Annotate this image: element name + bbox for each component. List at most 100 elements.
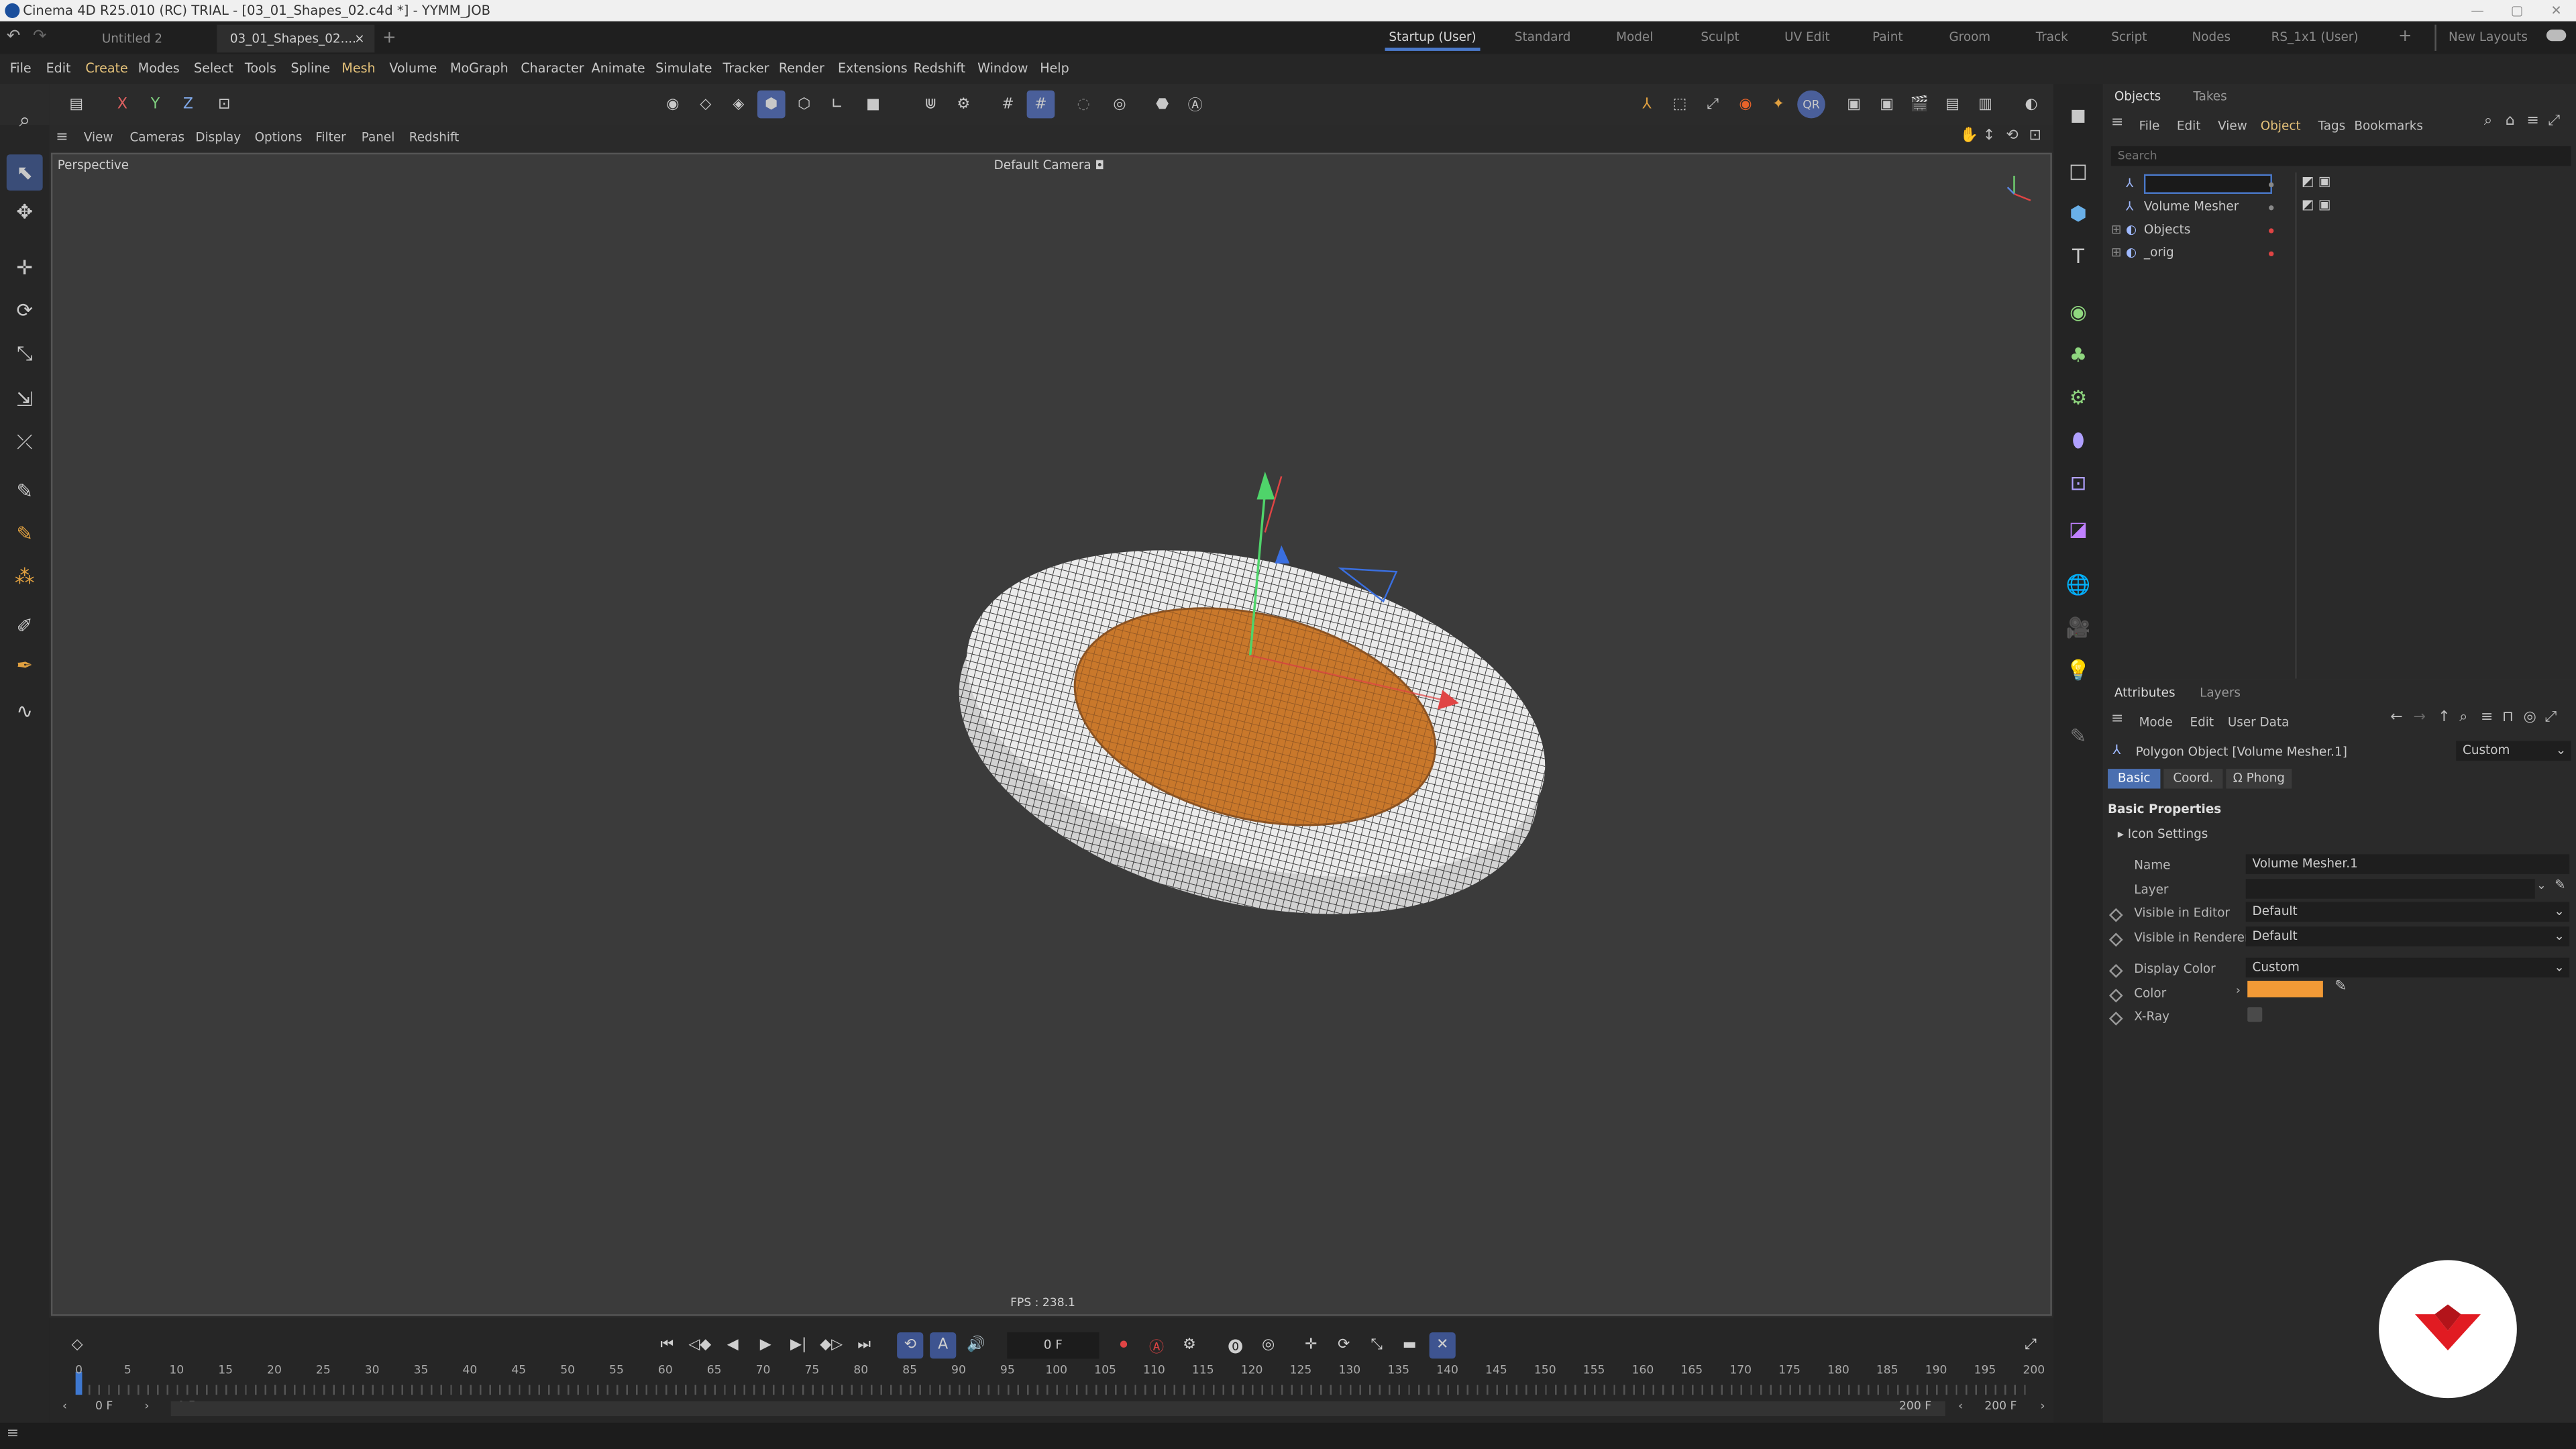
render-to-picture-viewer-icon[interactable]: 🎬	[1906, 91, 1934, 119]
effector-icon[interactable]: ⚙	[2060, 380, 2096, 416]
vp-menu-display[interactable]: Display	[195, 125, 241, 151]
keyframe-icon[interactable]: ◇	[64, 1332, 91, 1358]
redshift-icon[interactable]: ◉	[1731, 91, 1760, 119]
layout-script[interactable]: Script	[2101, 25, 2157, 51]
close-tab-icon[interactable]: ×	[354, 25, 364, 53]
phong-tag-icon[interactable]: ◩ ▣	[2302, 174, 2330, 189]
spline-pen-icon[interactable]: ✒	[7, 647, 43, 684]
layout-paint[interactable]: Paint	[1858, 25, 1917, 51]
volume-icon[interactable]: ◪	[2060, 511, 2096, 547]
xray-checkbox[interactable]	[2247, 1007, 2263, 1022]
skeleton-icon[interactable]: ⅄	[1633, 91, 1661, 119]
color-picker-icon[interactable]: ✦	[1764, 91, 1792, 119]
next-frame-icon[interactable]: ▶|	[786, 1332, 812, 1358]
transform-tool-icon[interactable]: ⇲	[7, 381, 43, 417]
next-key-icon[interactable]: ◆▷	[818, 1332, 845, 1358]
key-pla-icon[interactable]: ✕	[1429, 1332, 1456, 1359]
layer-field[interactable]	[2245, 879, 2535, 899]
close-window-icon[interactable]: ✕	[2536, 0, 2576, 21]
snap-settings-icon[interactable]: ⚙	[950, 91, 978, 119]
back-arrow-icon[interactable]: ←	[2390, 710, 2402, 726]
maximize-view-icon[interactable]: ⊡	[2029, 128, 2041, 144]
menu-character[interactable]: Character	[521, 54, 584, 84]
modeling-axis-icon[interactable]: ⬣	[1148, 91, 1177, 119]
layout-track[interactable]: Track	[2023, 25, 2082, 51]
menu-spline[interactable]: Spline	[290, 54, 330, 84]
color-swatch[interactable]	[2247, 981, 2323, 998]
maximize-icon[interactable]: ▢	[2497, 0, 2536, 21]
preset-dropdown[interactable]: Custom ⌄	[2456, 741, 2571, 761]
knife-tool-icon[interactable]: ✎	[7, 473, 43, 509]
key-scale-icon[interactable]: ⤡	[1364, 1332, 1390, 1358]
keyframe-diamond-icon[interactable]	[2108, 1011, 2123, 1026]
go-to-end-icon[interactable]: ⏭	[851, 1332, 877, 1358]
icon-settings-group[interactable]: ▸ Icon Settings	[2118, 826, 2208, 841]
spline-objects-icon[interactable]: □	[2060, 153, 2096, 189]
keyframe-mode-icon[interactable]: A	[930, 1332, 957, 1359]
obj-menu-view[interactable]: View	[2218, 118, 2247, 133]
vis-editor-dropdown[interactable]: Default ⌄	[2245, 902, 2570, 922]
expand-icon[interactable]: ⊞	[2111, 241, 2121, 264]
layout-nodes[interactable]: Nodes	[2180, 25, 2243, 51]
viewport-hamburger-icon[interactable]: ≡	[56, 129, 68, 146]
layer-picker-icon[interactable]: ✎	[2555, 877, 2565, 892]
key-move-icon[interactable]: ✛	[1298, 1332, 1324, 1358]
tab-attributes[interactable]: Attributes	[2114, 685, 2176, 700]
text-spline-icon[interactable]: T	[2060, 238, 2096, 274]
vis-render-dropdown[interactable]: Default ⌄	[2245, 926, 2570, 947]
keyframe-diamond-icon[interactable]	[2108, 963, 2123, 978]
scale-tool-icon[interactable]: ⤡	[7, 335, 43, 372]
pen-edit-icon[interactable]: ✎	[2060, 718, 2096, 754]
search-icon[interactable]: ⌕	[7, 102, 43, 138]
range-end-arrow-left[interactable]: ‹	[1958, 1400, 1963, 1413]
vp-menu-options[interactable]: Options	[255, 125, 303, 151]
keyframe-diamond-icon[interactable]	[2108, 988, 2123, 1003]
eyedropper-icon[interactable]: ✎	[2334, 979, 2347, 996]
attributes-search-icon[interactable]: ⌕	[2459, 710, 2467, 726]
render-queue-icon[interactable]: ▤	[1939, 91, 1967, 119]
obj-menu-edit[interactable]: Edit	[2177, 118, 2201, 133]
interactive-render-region-icon[interactable]: ⬚	[1666, 91, 1694, 119]
subtab-basic[interactable]: Basic	[2108, 769, 2161, 789]
name-field[interactable]: Volume Mesher.1	[2245, 854, 2570, 874]
menu-modes[interactable]: Modes	[138, 54, 180, 84]
axis-y-toggle[interactable]: Y	[142, 91, 170, 119]
vp-menu-panel[interactable]: Panel	[362, 125, 395, 151]
go-to-start-icon[interactable]: ⏮	[654, 1332, 680, 1358]
attributes-hamburger-icon[interactable]: ≡	[2111, 711, 2123, 727]
live-selection-icon[interactable]: ✥	[7, 194, 43, 230]
minimize-icon[interactable]: —	[2458, 0, 2498, 21]
layout-startup-user[interactable]: Startup (User)	[1385, 25, 1481, 51]
keyframe-diamond-icon[interactable]	[2108, 932, 2123, 947]
expand-icon[interactable]: ⊞	[2111, 219, 2121, 241]
attr-menu-user-data[interactable]: User Data	[2228, 714, 2290, 729]
key-settings-icon[interactable]: ⚙	[1176, 1332, 1202, 1358]
transfer-tool-icon[interactable]: ⤫	[7, 424, 43, 460]
menu-file[interactable]: File	[10, 54, 32, 84]
range-end[interactable]: 200 F	[1984, 1400, 2017, 1413]
current-frame-field[interactable]: 0 F	[1007, 1332, 1099, 1359]
forward-arrow-icon[interactable]: →	[2414, 710, 2426, 726]
display-color-dropdown[interactable]: Custom ⌄	[2245, 957, 2570, 978]
generators-icon[interactable]: ◉	[2060, 294, 2096, 330]
tab-takes[interactable]: Takes	[2193, 89, 2226, 103]
obj-menu-bookmarks[interactable]: Bookmarks	[2354, 118, 2423, 133]
visibility-dots-column[interactable]	[2255, 176, 2278, 268]
key-position-icon[interactable]: ⓿	[1222, 1332, 1248, 1358]
objects-filter-icon[interactable]: ≡	[2527, 113, 2539, 129]
layout-sculpt[interactable]: Sculpt	[1687, 25, 1753, 51]
menu-extensions[interactable]: Extensions	[838, 54, 908, 84]
tab-layers[interactable]: Layers	[2200, 685, 2241, 700]
orbit-view-icon[interactable]: ⟲	[2006, 128, 2018, 144]
tab-untitled-2[interactable]: Untitled 2	[89, 25, 213, 53]
cube-objects-icon[interactable]: ◼	[2060, 97, 2096, 133]
grid-icon[interactable]: #	[994, 91, 1022, 119]
axis-mode-icon[interactable]: ∟	[823, 91, 851, 119]
menu-animate[interactable]: Animate	[592, 54, 645, 84]
menu-edit[interactable]: Edit	[46, 54, 71, 84]
subtab-phong[interactable]: Ω Phong	[2226, 769, 2292, 789]
brush-tool-icon[interactable]: ✐	[7, 608, 43, 644]
sound-icon[interactable]: 🔊	[963, 1332, 989, 1358]
lock-workplane-icon[interactable]: ◌	[1069, 91, 1097, 119]
layout-groom[interactable]: Groom	[1937, 25, 2002, 51]
